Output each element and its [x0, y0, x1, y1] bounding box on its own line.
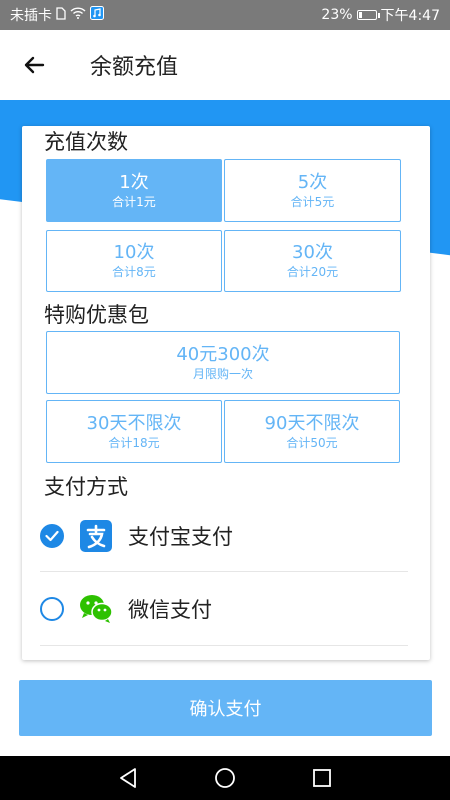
recharge-count-title: 充值次数	[44, 130, 128, 154]
radio-unchecked-icon[interactable]	[40, 597, 64, 621]
package-total: 合计50元	[286, 435, 338, 450]
nav-recents-button[interactable]	[307, 763, 337, 793]
pay-option-wechat[interactable]: 微信支付	[40, 574, 408, 644]
option-total: 合计20元	[286, 265, 339, 279]
option-total: 合计5元	[290, 194, 335, 209]
arrow-left-icon	[24, 56, 45, 74]
app-bar: 余额充值	[0, 30, 450, 100]
battery-icon	[356, 10, 380, 20]
option-total: 合计8元	[112, 265, 156, 279]
clock-time: 下午4:47	[380, 8, 440, 24]
special-package-title: 特购优惠包	[44, 303, 149, 327]
pay-option-alipay[interactable]: 支付宝支付	[40, 501, 408, 571]
package-label: 30天不限次	[86, 412, 182, 434]
square-recents-icon	[312, 769, 331, 787]
package-total: 合计18元	[108, 435, 160, 450]
back-button[interactable]	[20, 51, 48, 79]
alipay-icon	[78, 518, 114, 554]
payment-method-title: 支付方式	[44, 475, 128, 499]
option-label: 10次	[113, 242, 155, 263]
package-40yuan-300[interactable]: 40元300次 月限购一次	[46, 331, 400, 394]
option-30-times[interactable]: 30次 合计20元	[224, 230, 401, 292]
circle-home-icon	[215, 768, 235, 788]
wechat-icon	[78, 591, 114, 627]
radio-checked-icon[interactable]	[40, 524, 64, 548]
package-label: 40元300次	[176, 343, 270, 365]
package-label: 90天不限次	[264, 412, 360, 434]
divider	[40, 645, 408, 646]
package-30-days[interactable]: 30天不限次 合计18元	[46, 400, 222, 463]
package-90-days[interactable]: 90天不限次 合计50元	[224, 400, 400, 463]
option-total: 合计1元	[112, 194, 156, 209]
music-app-icon	[90, 6, 104, 24]
recharge-card: 充值次数 1次 合计1元 5次 合计5元 10次 合计8元 30次 合计20元 …	[22, 126, 430, 660]
wifi-icon	[70, 7, 86, 23]
divider	[40, 571, 408, 572]
confirm-pay-button[interactable]: 确认支付	[19, 680, 432, 736]
status-bar: 未插卡 23% 下午4:47	[0, 0, 450, 30]
pay-option-label: 支付宝支付	[128, 525, 233, 549]
option-5-times[interactable]: 5次 合计5元	[224, 159, 401, 222]
page-title: 余额充值	[90, 55, 179, 80]
battery-percent: 23%	[321, 7, 353, 23]
triangle-back-icon	[120, 768, 137, 788]
pay-option-label: 微信支付	[128, 598, 212, 622]
option-1-times[interactable]: 1次 合计1元	[46, 159, 222, 222]
carrier-text: 未插卡	[10, 8, 52, 24]
option-label: 1次	[119, 171, 149, 193]
sim-icon	[56, 6, 66, 24]
system-nav-bar	[0, 756, 450, 800]
option-10-times[interactable]: 10次 合计8元	[46, 230, 222, 292]
option-label: 5次	[297, 171, 328, 193]
package-note: 月限购一次	[192, 366, 253, 381]
nav-home-button[interactable]	[210, 763, 240, 793]
nav-back-button[interactable]	[113, 763, 143, 793]
option-label: 30次	[292, 242, 333, 263]
